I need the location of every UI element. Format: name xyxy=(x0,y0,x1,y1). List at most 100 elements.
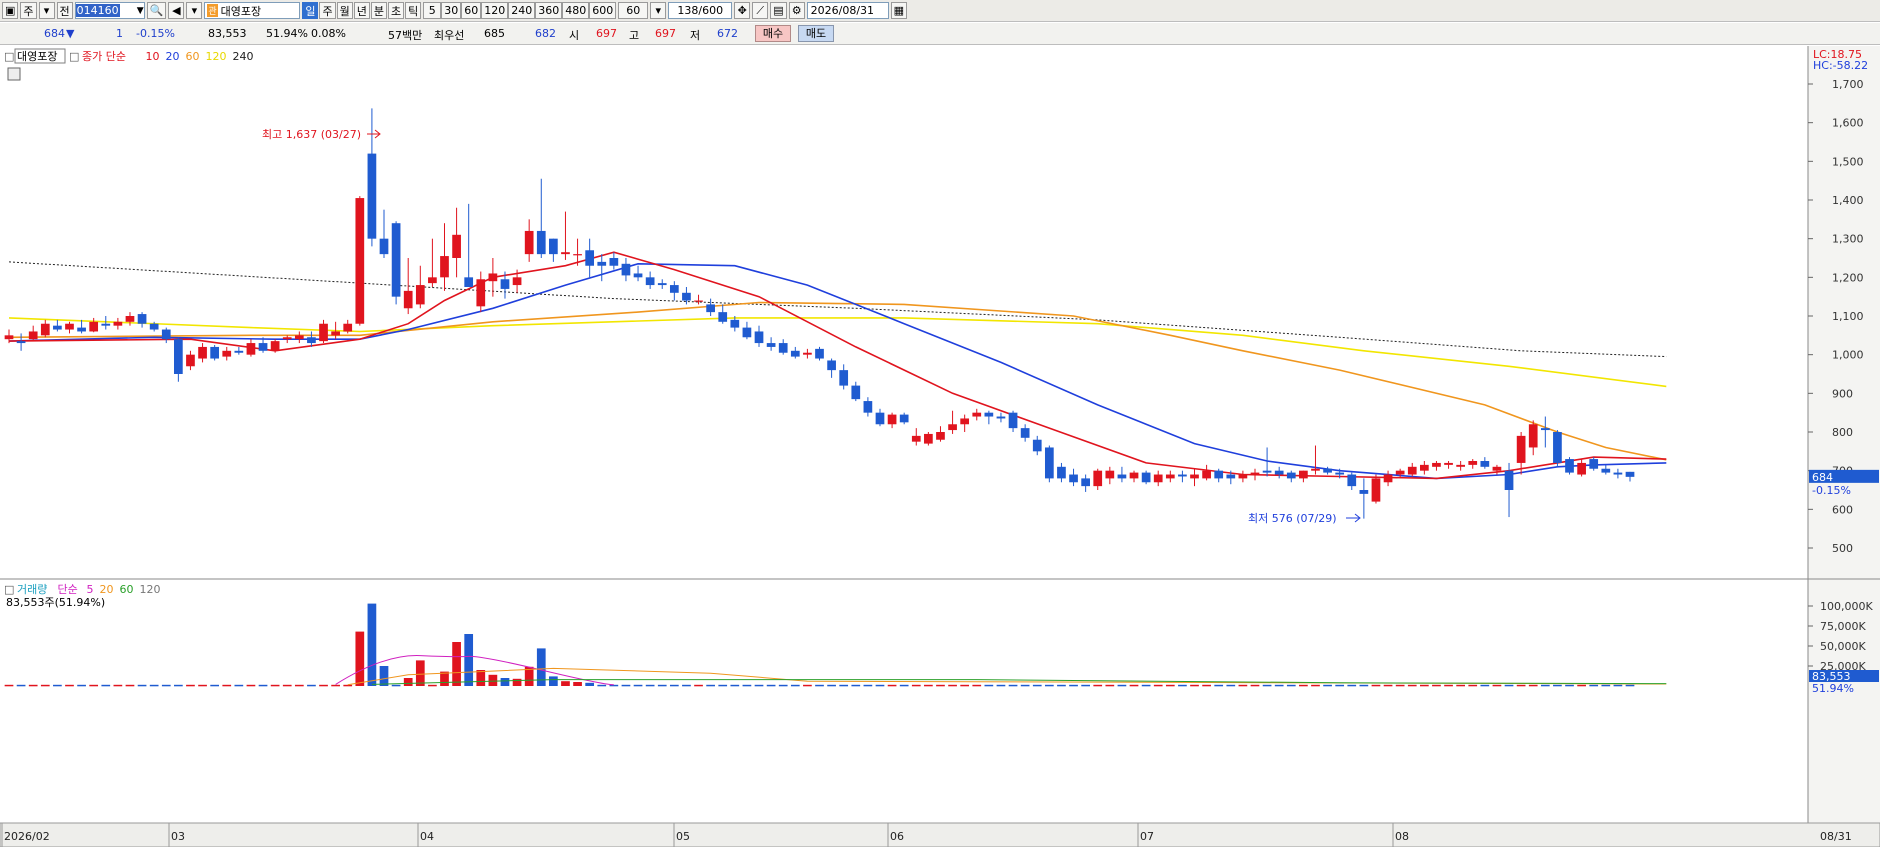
calendar-icon[interactable]: ▦ xyxy=(890,2,908,19)
high-label: 고 xyxy=(629,29,640,42)
data-count-max: /600 xyxy=(698,4,724,17)
candle-body xyxy=(1020,428,1030,438)
volume-bar xyxy=(778,684,788,687)
candle-body xyxy=(1165,474,1175,479)
candle-body xyxy=(137,314,147,324)
interval-button-120[interactable]: 120 xyxy=(481,2,509,19)
volume-bar xyxy=(258,684,268,687)
candle-body xyxy=(1044,447,1054,479)
candle-body xyxy=(609,258,619,266)
volume-bar xyxy=(815,684,824,687)
interval-button-600[interactable]: 600 xyxy=(589,2,617,19)
volume-bar xyxy=(28,684,38,687)
candle-body xyxy=(1371,478,1381,502)
candle-body xyxy=(512,277,522,286)
interval-button-5[interactable]: 5 xyxy=(423,2,442,19)
speaker-dropdown-icon[interactable]: ▾ xyxy=(186,2,203,19)
candle-body xyxy=(1238,474,1248,479)
volume-bar xyxy=(766,684,776,687)
volume-bar xyxy=(1492,684,1502,687)
volume-bar xyxy=(319,684,328,687)
interval-button-480[interactable]: 480 xyxy=(562,2,590,19)
volume-bar xyxy=(573,682,582,686)
candle-body xyxy=(149,323,159,330)
volume-ma20: 20 xyxy=(100,583,114,596)
volume-bar xyxy=(996,684,1006,687)
period-tab-2[interactable]: 월 xyxy=(336,2,353,19)
current-price-label: 684 xyxy=(1812,471,1833,484)
ask-price: 685 xyxy=(484,27,505,40)
interval-button-360[interactable]: 360 xyxy=(535,2,563,19)
period-tab-6[interactable]: 틱 xyxy=(405,2,422,19)
volume-bar xyxy=(839,684,849,687)
candle-body xyxy=(1407,466,1417,475)
period-tab-3[interactable]: 년 xyxy=(353,2,370,19)
candle-body xyxy=(1105,470,1115,479)
save-icon[interactable]: ▤ xyxy=(770,2,787,19)
period-tab-0[interactable]: 일 xyxy=(302,2,319,19)
crosshair-icon[interactable]: ✥ xyxy=(734,2,751,19)
candle-body xyxy=(1323,468,1332,473)
market-select[interactable]: 주 xyxy=(20,2,37,19)
period-tab-5[interactable]: 초 xyxy=(387,2,405,19)
current-price: 684 xyxy=(44,27,65,40)
legend-ma120: 120 xyxy=(206,50,227,63)
volume-bar xyxy=(355,631,365,686)
volume-bar xyxy=(270,684,280,687)
period-tab-1[interactable]: 주 xyxy=(319,2,336,19)
volume-bar xyxy=(1480,684,1490,687)
candle-body xyxy=(415,285,425,305)
volume-bar xyxy=(89,684,99,687)
volume-bar xyxy=(415,660,425,686)
candle-body xyxy=(16,341,26,344)
volume-bar xyxy=(1226,684,1236,687)
volume-bar xyxy=(1432,684,1441,687)
interval-dropdown-icon[interactable]: ▾ xyxy=(650,2,667,19)
period-tab-4[interactable]: 분 xyxy=(370,2,387,19)
sell-button[interactable]: 매도 xyxy=(798,25,834,42)
candle-body xyxy=(766,343,776,347)
volume-bar xyxy=(198,684,207,687)
date-input[interactable]: 2026/08/31 xyxy=(806,2,889,19)
legend-ma60: 60 xyxy=(186,50,200,63)
ruler-icon[interactable]: ⟋ xyxy=(752,2,769,19)
candle-body xyxy=(1492,466,1502,471)
buy-button[interactable]: 매수 xyxy=(755,25,791,42)
layout-icon[interactable]: ▣ xyxy=(2,2,19,19)
volume-bar xyxy=(379,666,389,686)
volume-ma120: 120 xyxy=(140,583,161,596)
stock-code-input[interactable]: 014160 ▼ xyxy=(74,2,145,19)
code-dropdown-icon[interactable]: ▼ xyxy=(137,6,144,16)
y-tick-label: 1,600 xyxy=(1832,117,1864,130)
interval-button-240[interactable]: 240 xyxy=(508,2,536,19)
interval-value-input[interactable]: 60 xyxy=(618,2,649,19)
candle-body xyxy=(730,319,740,328)
candle-body xyxy=(803,352,812,355)
volume-bar xyxy=(1008,684,1018,687)
speaker-icon[interactable]: ◀ xyxy=(168,2,185,19)
volume-bar xyxy=(948,684,957,687)
candle-body xyxy=(355,198,365,324)
volume-bar xyxy=(1395,684,1405,687)
interval-button-60[interactable]: 60 xyxy=(461,2,482,19)
candle-body xyxy=(488,273,498,282)
data-count-input[interactable]: 138/600 xyxy=(668,2,733,19)
chart-background xyxy=(0,46,1880,847)
type-select[interactable]: 전 xyxy=(56,2,73,19)
interval-button-30[interactable]: 30 xyxy=(441,2,462,19)
candle-body xyxy=(948,424,957,431)
date-label: 07 xyxy=(1140,830,1154,843)
date-label: 04 xyxy=(420,830,434,843)
candle-body xyxy=(1202,470,1211,479)
trade-amount: 57백만 xyxy=(388,29,423,42)
volume-bar xyxy=(1069,684,1078,687)
market-dropdown-icon[interactable]: ▾ xyxy=(38,2,55,19)
stock-chart[interactable]: □ 대영포장 □ 종가 단순 10 20 60 120 240 LC:18.75HC:-58.22… xyxy=(0,46,1880,847)
candle-body xyxy=(524,230,534,255)
candle-body xyxy=(1444,462,1453,465)
gear-icon[interactable]: ⚙ xyxy=(788,2,805,19)
search-icon[interactable]: 🔍 xyxy=(146,2,167,19)
candle-body xyxy=(161,329,171,340)
volume-bar xyxy=(1601,684,1611,687)
y-tick-label: 1,300 xyxy=(1832,233,1864,246)
